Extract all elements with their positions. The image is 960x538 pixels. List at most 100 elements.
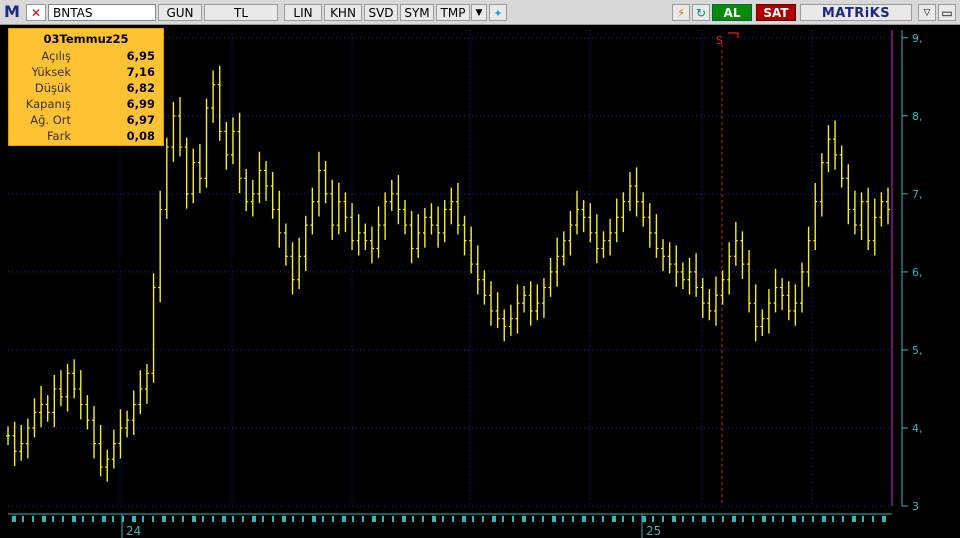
al-button[interactable]: AL [712, 4, 752, 21]
time-tick-mark [432, 516, 436, 522]
period-button[interactable]: GUN [158, 4, 202, 21]
info-label: Düşük [34, 81, 71, 95]
time-tick-mark [12, 516, 16, 522]
twitter-icon[interactable]: ✦ [489, 4, 507, 21]
time-tick-mark [622, 516, 624, 522]
time-tick-mark [492, 516, 496, 522]
window-icon[interactable]: ▭ [938, 4, 956, 21]
time-tick-mark [42, 516, 46, 522]
time-tick-mark [772, 516, 774, 522]
time-tick-mark [482, 516, 484, 522]
time-tick-mark [62, 516, 64, 522]
info-row-high: Yüksek 7,16 [9, 65, 163, 81]
signal-arrow-icon [728, 32, 739, 38]
time-tick-mark [452, 516, 454, 522]
info-row-open: Açılış 6,95 [9, 49, 163, 65]
time-tick-mark [752, 516, 754, 522]
time-tick-mark [442, 516, 444, 522]
info-value: 6,99 [126, 97, 155, 111]
time-tick-mark [72, 516, 76, 522]
time-tick-mark [232, 516, 234, 522]
info-row-close: Kapanış 6,99 [9, 97, 163, 113]
time-tick-mark [632, 516, 634, 522]
info-label: Ağ. Ort [30, 113, 71, 127]
time-tick-mark [532, 516, 534, 522]
svd-button[interactable]: SVD [364, 4, 398, 21]
flag-icon[interactable]: ✕ [26, 4, 46, 21]
info-row-low: Düşük 6,82 [9, 81, 163, 97]
sym-button[interactable]: SYM [400, 4, 434, 21]
time-tick-mark [372, 516, 376, 522]
y-tick-label: 8, [912, 110, 923, 123]
chevron-down-icon[interactable]: ▽ [918, 4, 936, 21]
time-tick-mark [782, 516, 784, 522]
x-tick-label: 25 [646, 524, 661, 538]
time-tick-mark [242, 516, 244, 522]
time-tick-mark [512, 516, 514, 522]
time-tick-mark [662, 516, 664, 522]
time-tick-mark [672, 516, 676, 522]
tmp-button[interactable]: TMP [436, 4, 470, 21]
info-row-avg: Ağ. Ort 6,97 [9, 113, 163, 129]
lightning-icon[interactable]: ⚡ [672, 4, 690, 21]
info-value: 6,97 [126, 113, 155, 127]
info-label: Fark [47, 129, 71, 143]
time-tick-mark [842, 516, 844, 522]
time-tick-mark [342, 516, 346, 522]
refresh-icon[interactable]: ↻ [692, 4, 710, 21]
time-tick-mark [862, 516, 864, 522]
toolbar: M ✕ BNTAS GUN TL LIN KHN SVD SYM TMP ▼ ✦… [0, 0, 960, 25]
info-value: 0,08 [126, 129, 155, 143]
time-tick-mark [812, 516, 814, 522]
time-tick-mark [582, 516, 586, 522]
time-tick-mark [192, 516, 196, 522]
y-tick-label: 4, [912, 422, 923, 435]
time-tick-mark [292, 516, 294, 522]
info-value: 7,16 [126, 65, 155, 79]
info-row-diff: Fark 0,08 [9, 129, 163, 145]
time-tick-mark [362, 516, 364, 522]
time-tick-mark [612, 516, 616, 522]
time-tick-mark [822, 516, 826, 522]
y-tick-label: 7, [912, 188, 923, 201]
time-tick-mark [682, 516, 684, 522]
sat-button[interactable]: SAT [756, 4, 796, 21]
time-tick-mark [652, 516, 654, 522]
time-tick-mark [392, 516, 394, 522]
time-axis-strip [0, 512, 960, 538]
khn-button[interactable]: KHN [324, 4, 362, 21]
time-tick-mark [282, 516, 286, 522]
info-value: 6,95 [126, 49, 155, 63]
time-tick-mark [742, 516, 744, 522]
time-tick-mark [272, 516, 274, 522]
time-tick-mark [82, 516, 84, 522]
y-tick-label: 6, [912, 266, 923, 279]
time-tick-mark [762, 516, 766, 522]
time-tick-mark [172, 516, 174, 522]
time-tick-mark [572, 516, 574, 522]
time-tick-mark [212, 516, 214, 522]
linear-scale-button[interactable]: LIN [284, 4, 322, 21]
time-tick-mark [462, 516, 466, 522]
time-tick-mark [422, 516, 424, 522]
matriks-logo-icon: M [4, 2, 20, 21]
time-tick-mark [92, 516, 94, 522]
y-tick-label: 9, [912, 32, 923, 45]
time-tick-mark [312, 516, 316, 522]
info-value: 6,82 [126, 81, 155, 95]
time-tick-mark [202, 516, 204, 522]
time-tick-mark [332, 516, 334, 522]
ohlc-info-box: 03Temmuz25 Açılış 6,95 Yüksek 7,16 Düşük… [8, 28, 164, 146]
dropdown-chevron-icon[interactable]: ▼ [471, 4, 487, 21]
symbol-input[interactable]: BNTAS [48, 4, 156, 21]
time-tick-mark [522, 516, 526, 522]
time-tick-mark [832, 516, 834, 522]
time-tick-mark [222, 516, 226, 522]
time-tick-mark [402, 516, 406, 522]
currency-button[interactable]: TL [204, 4, 278, 21]
time-tick-mark [142, 516, 144, 522]
time-tick-mark [52, 516, 54, 522]
signal-marker: S [716, 34, 723, 47]
info-label: Kapanış [25, 97, 71, 111]
time-tick-mark [792, 516, 796, 522]
